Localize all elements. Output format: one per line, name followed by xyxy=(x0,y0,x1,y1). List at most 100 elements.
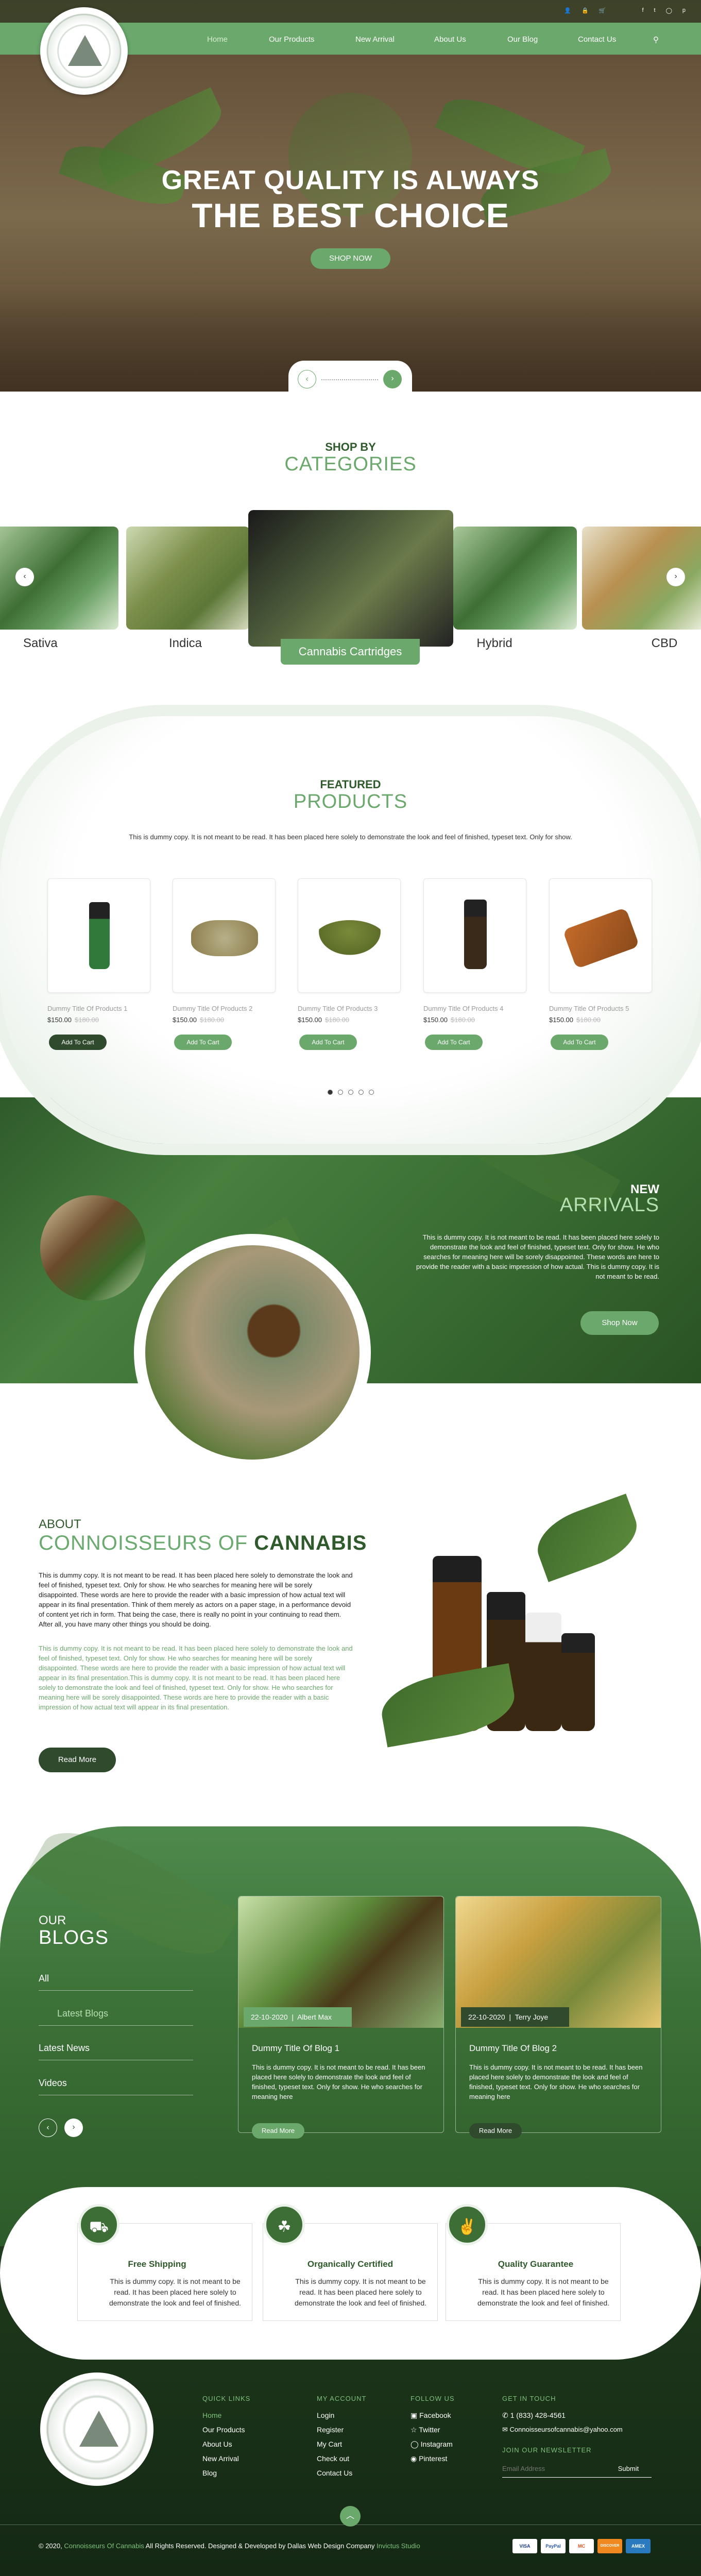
blog-excerpt: This is dummy copy. It is not meant to b… xyxy=(469,2063,643,2100)
nav-our-blog[interactable]: Our Blog xyxy=(507,35,538,44)
category-image-indica[interactable] xyxy=(126,527,250,630)
product-name[interactable]: Dummy Title Of Products 2 xyxy=(173,1005,252,1012)
feature-title: Quality Guarantee xyxy=(498,2259,574,2269)
feature-title: Organically Certified xyxy=(307,2259,394,2269)
add-to-cart-button[interactable]: Add To Cart xyxy=(425,1035,483,1050)
slider-progress xyxy=(321,379,378,380)
product-card[interactable] xyxy=(173,878,276,993)
nav-new-arrival[interactable]: New Arrival xyxy=(355,35,395,44)
facebook-icon[interactable]: f xyxy=(642,7,643,14)
slider-next-button[interactable]: › xyxy=(383,370,402,388)
footer-link-home[interactable]: Home xyxy=(202,2411,221,2419)
footer-link-checkout[interactable]: Check out xyxy=(317,2454,349,2463)
nav-our-products[interactable]: Our Products xyxy=(269,35,314,44)
search-icon[interactable]: ⚲ xyxy=(653,35,659,44)
category-label-indica[interactable]: Indica xyxy=(155,636,216,651)
pagination-dot[interactable] xyxy=(358,1090,364,1095)
blog-card[interactable]: 22-10-2020 | Terry Joye Dummy Title Of B… xyxy=(455,1896,661,2139)
product-card[interactable] xyxy=(47,878,150,993)
add-to-cart-button[interactable]: Add To Cart xyxy=(49,1035,107,1050)
pagination-dot[interactable] xyxy=(348,1090,353,1095)
product-name[interactable]: Dummy Title Of Products 3 xyxy=(298,1005,378,1012)
footer-phone[interactable]: ✆ 1 (833) 428-4561 xyxy=(502,2411,566,2420)
my-account-heading: MY ACCOUNT xyxy=(317,2395,367,2402)
footer-email[interactable]: ✉ Connoisseursofcannabis@yahoo.com xyxy=(502,2426,623,2434)
footer-link-blog[interactable]: Blog xyxy=(202,2469,217,2477)
footer-logo[interactable] xyxy=(40,2372,153,2486)
blog-next-button[interactable]: › xyxy=(64,2119,83,2137)
quick-links-heading: QUICK LINKS xyxy=(202,2395,251,2402)
blog-read-more-button[interactable]: Read More xyxy=(252,2123,304,2139)
blog-filter-latest-news[interactable]: Latest News xyxy=(39,2043,193,2060)
product-price: $150.00 $180.00 xyxy=(423,1016,475,1024)
category-image-hybrid[interactable] xyxy=(453,527,577,630)
category-prev-button[interactable]: ‹ xyxy=(15,568,34,586)
mail-icon: ✉ xyxy=(502,2426,508,2433)
footer-link-our-products[interactable]: Our Products xyxy=(202,2426,245,2434)
cart-icon[interactable]: 🛒 xyxy=(599,7,606,14)
instagram-icon: ◯ xyxy=(411,2440,419,2448)
product-card[interactable] xyxy=(298,878,401,993)
footer-social-instagram[interactable]: ◯ Instagram xyxy=(411,2440,453,2449)
product-image xyxy=(464,900,487,969)
slider-prev-button[interactable]: ‹ xyxy=(298,370,316,388)
product-name[interactable]: Dummy Title Of Products 5 xyxy=(549,1005,629,1012)
category-label-hybrid[interactable]: Hybrid xyxy=(464,636,525,651)
footer-link-register[interactable]: Register xyxy=(317,2426,344,2434)
pinterest-icon[interactable]: p xyxy=(682,7,686,14)
footer-link-login[interactable]: Login xyxy=(317,2411,334,2419)
add-to-cart-button[interactable]: Add To Cart xyxy=(551,1035,608,1050)
blog-filter-videos[interactable]: Videos xyxy=(39,2078,193,2095)
footer-link-new-arrival[interactable]: New Arrival xyxy=(202,2454,239,2463)
blog-read-more-button[interactable]: Read More xyxy=(469,2123,522,2139)
blog-card[interactable]: 22-10-2020 | Albert Max Dummy Title Of B… xyxy=(238,1896,444,2139)
nav-home[interactable]: Home xyxy=(207,35,228,44)
category-label-sativa[interactable]: Sativa xyxy=(10,636,72,651)
hero-title-line2: THE BEST CHOICE xyxy=(192,196,509,234)
nav-contact-us[interactable]: Contact Us xyxy=(578,35,616,44)
blog-filter-latest-blogs[interactable]: Latest Blogs xyxy=(39,2008,193,2026)
categories-title: CATEGORIES xyxy=(284,453,417,475)
footer-social-facebook[interactable]: ▣ Facebook xyxy=(411,2411,451,2420)
newsletter-submit-button[interactable]: Submit xyxy=(605,2460,652,2478)
footer-link-my-cart[interactable]: My Cart xyxy=(317,2440,342,2448)
footer-link-contact-us[interactable]: Contact Us xyxy=(317,2469,352,2477)
product-name[interactable]: Dummy Title Of Products 4 xyxy=(423,1005,503,1012)
nav-about-us[interactable]: About Us xyxy=(434,35,466,44)
twitter-icon[interactable]: t xyxy=(654,7,656,14)
lock-icon[interactable]: 🔒 xyxy=(582,7,589,14)
product-image xyxy=(89,902,110,969)
blog-title[interactable]: Dummy Title Of Blog 1 xyxy=(252,2043,339,2054)
slider-controls: ‹ › xyxy=(288,361,412,397)
arrival-main-image xyxy=(145,1245,360,1460)
feature-text: This is dummy copy. It is not meant to b… xyxy=(294,2277,427,2307)
add-to-cart-button[interactable]: Add To Cart xyxy=(174,1035,232,1050)
category-next-button[interactable]: › xyxy=(666,568,685,586)
blog-title[interactable]: Dummy Title Of Blog 2 xyxy=(469,2043,557,2054)
back-to-top-button[interactable]: ︿ xyxy=(340,2506,361,2527)
add-to-cart-button[interactable]: Add To Cart xyxy=(299,1035,357,1050)
blog-prev-button[interactable]: ‹ xyxy=(39,2119,57,2137)
product-card[interactable] xyxy=(423,878,526,993)
product-price: $150.00 $180.00 xyxy=(549,1016,601,1024)
product-name[interactable]: Dummy Title Of Products 1 xyxy=(47,1005,127,1012)
footer-social-twitter[interactable]: ☆ Twitter xyxy=(411,2426,440,2434)
category-label-cbd[interactable]: CBD xyxy=(639,636,690,651)
site-logo[interactable] xyxy=(40,7,128,95)
blog-filter-all[interactable]: All xyxy=(39,1973,193,1991)
instagram-icon[interactable]: ◯ xyxy=(666,7,672,14)
arrivals-shop-now-button[interactable]: Shop Now xyxy=(580,1311,659,1335)
user-icon[interactable]: 👤 xyxy=(564,7,571,14)
newsletter-email-input[interactable] xyxy=(502,2460,605,2478)
about-read-more-button[interactable]: Read More xyxy=(39,1748,116,1772)
footer-link-about-us[interactable]: About Us xyxy=(202,2440,232,2448)
footer-social-pinterest[interactable]: ◉ Pinterest xyxy=(411,2454,447,2463)
category-label-cartridges[interactable]: Cannabis Cartridges xyxy=(281,639,420,665)
product-card[interactable] xyxy=(549,878,652,993)
pagination-dot[interactable] xyxy=(338,1090,343,1095)
category-image-cartridges[interactable] xyxy=(248,510,453,647)
shop-now-button[interactable]: SHOP NOW xyxy=(311,248,390,269)
pagination-dot[interactable] xyxy=(328,1090,333,1095)
arrivals-title: ARRIVALS xyxy=(559,1194,659,1216)
pagination-dot[interactable] xyxy=(369,1090,374,1095)
